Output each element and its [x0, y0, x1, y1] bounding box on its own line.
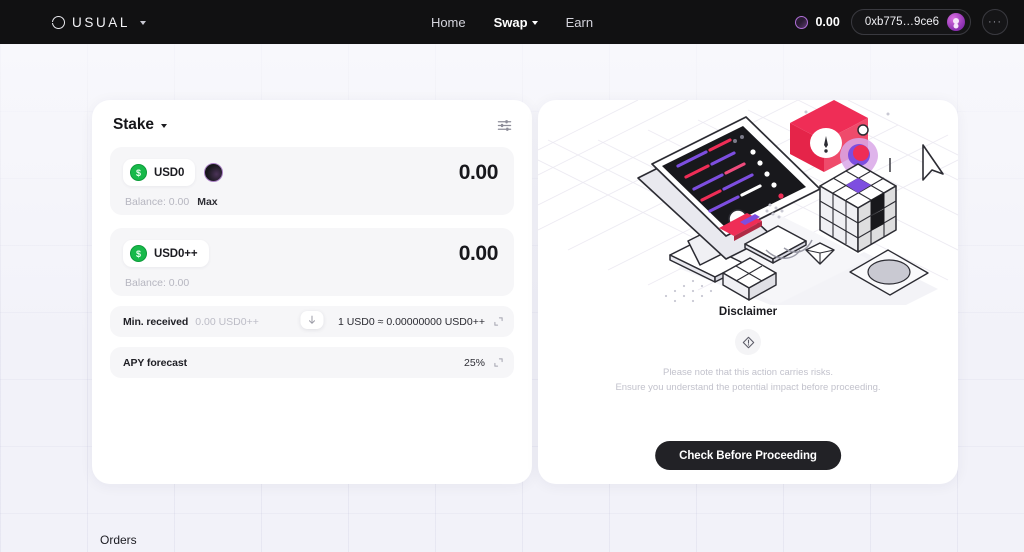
to-balance-label: Balance: 0.00	[125, 277, 190, 289]
to-token-selector[interactable]: $ USD0++	[123, 240, 209, 267]
from-token-box: $ USD0 0.00 Balance: 0.00 Max	[110, 147, 514, 215]
chevron-down-icon	[531, 21, 538, 25]
from-amount-input[interactable]: 0.00	[459, 161, 499, 185]
nav-link-home[interactable]: Home	[431, 15, 466, 30]
apy-forecast-row[interactable]: APY forecast 25%	[110, 347, 514, 378]
warning-diamond-icon	[735, 329, 761, 355]
from-balance-row: Balance: 0.00 Max	[123, 196, 498, 208]
check-before-proceeding-button[interactable]: Check Before Proceeding	[655, 441, 841, 470]
main-stage: Stake $ USD0 0.00 Balance: 0.00 Max $ US…	[0, 0, 1024, 552]
min-received-rate: 1 USD0 ≈ 0.00000000 USD0++	[337, 315, 485, 328]
apy-forecast-right: 25%	[464, 357, 503, 369]
disclaimer-body: Please note that this action carries ris…	[538, 366, 958, 395]
from-token-row: $ USD0 0.00	[123, 159, 498, 186]
user-avatar-icon	[947, 13, 965, 31]
orders-section-title: Orders	[100, 533, 137, 547]
nav-link-swap-label: Swap	[493, 14, 528, 30]
apy-forecast-label: APY forecast	[123, 356, 187, 369]
nav-link-swap[interactable]: Swap	[494, 15, 538, 30]
network-badge-icon[interactable]	[204, 163, 224, 182]
arrow-down-icon	[308, 315, 316, 324]
from-token-selector[interactable]: $ USD0	[123, 159, 196, 186]
isometric-workstation-illustration	[538, 100, 958, 335]
nav-links: Home Swap Earn	[0, 15, 1024, 30]
expand-diagonal-icon[interactable]	[494, 358, 503, 367]
to-balance-row: Balance: 0.00	[123, 277, 498, 289]
usd0-coin-icon: $	[130, 164, 147, 181]
disclaimer-title: Disclaimer	[718, 306, 778, 318]
max-button[interactable]: Max	[197, 196, 217, 208]
stake-card: Stake $ USD0 0.00 Balance: 0.00 Max $ US…	[92, 100, 532, 484]
usd0pp-coin-icon: $	[130, 245, 147, 262]
disclaimer-line-1: Please note that this action carries ris…	[662, 367, 834, 378]
from-balance-label: Balance: 0.00	[125, 196, 190, 208]
min-received-sub: 0.00 USD0++	[195, 315, 259, 328]
chevron-down-icon[interactable]	[160, 124, 167, 128]
top-navbar: USUAL Home Swap Earn 0.00 0xb775…9ce6 ··…	[0, 0, 1024, 44]
min-received-right: 1 USD0 ≈ 0.00000000 USD0++	[338, 316, 503, 328]
sliders-settings-icon[interactable]	[497, 118, 512, 133]
disclaimer-line-2: Ensure you understand the potential impa…	[615, 381, 881, 393]
disclaimer-card: Disclaimer Please note that this action …	[538, 100, 958, 484]
to-amount-input[interactable]: 0.00	[459, 242, 499, 266]
nav-link-home-label: Home	[430, 14, 466, 30]
to-token-row: $ USD0++ 0.00	[123, 240, 498, 267]
to-token-box: $ USD0++ 0.00 Balance: 0.00	[110, 228, 514, 296]
apy-forecast-value: 25%	[463, 356, 485, 369]
from-token-symbol: USD0	[154, 166, 185, 179]
to-token-symbol: USD0++	[154, 247, 198, 260]
stake-card-header: Stake	[92, 100, 532, 134]
expand-diagonal-icon[interactable]	[494, 317, 503, 326]
nav-link-earn[interactable]: Earn	[566, 15, 593, 30]
stake-card-title: Stake	[113, 116, 154, 133]
swap-direction-button[interactable]	[300, 311, 324, 329]
nav-link-earn-label: Earn	[565, 14, 594, 30]
min-received-label: Min. received	[123, 315, 189, 328]
